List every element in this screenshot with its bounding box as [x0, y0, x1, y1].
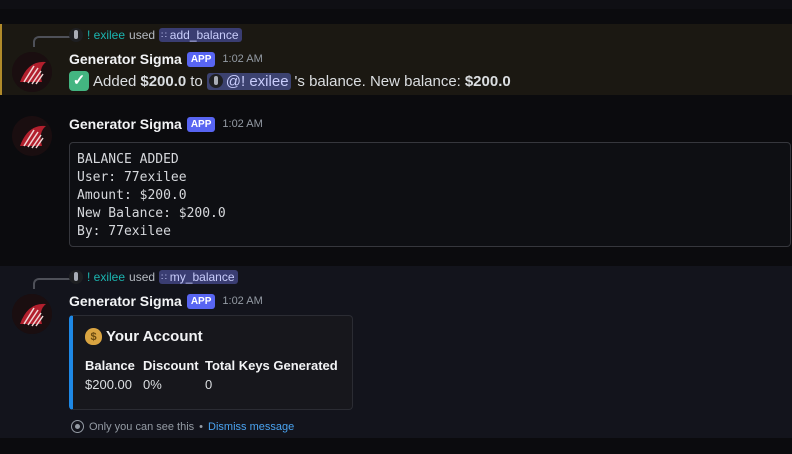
eye-icon: [71, 420, 84, 433]
reply-connector: [33, 36, 71, 47]
added-amount: $200.0: [140, 72, 187, 90]
money-bag-icon: $: [85, 328, 102, 345]
command-name: add_balance: [169, 28, 239, 42]
field-value: 0: [205, 377, 213, 392]
command-reply-line[interactable]: ! exilee used ∷ my_balance: [69, 270, 238, 284]
highlight-bar: [0, 24, 2, 95]
app-badge: APP: [186, 116, 216, 132]
new-balance: $200.0: [464, 72, 511, 90]
mention-avatar: [208, 74, 223, 88]
message-header: Generator Sigma APP 1:02 AM: [69, 293, 263, 309]
ephemeral-notice: Only you can see this • Dismiss message: [71, 420, 294, 433]
content-suffix: 's balance. New balance:: [294, 72, 461, 90]
timestamp[interactable]: 1:02 AM: [222, 53, 262, 65]
bot-avatar[interactable]: [12, 294, 52, 334]
code-line: By: 77exilee: [77, 224, 171, 239]
slash-command-chip[interactable]: ∷ my_balance: [159, 270, 238, 284]
user-mention[interactable]: @! exilee: [206, 72, 291, 90]
command-reply-line[interactable]: ! exilee used ∷ add_balance: [69, 28, 242, 42]
separator: •: [199, 420, 204, 433]
slash-command-icon: ∷: [161, 29, 167, 40]
timestamp[interactable]: 1:02 AM: [222, 118, 262, 130]
check-mark-icon: ✓: [69, 71, 89, 91]
message-header: Generator Sigma APP 1:02 AM: [69, 51, 263, 67]
bot-name[interactable]: Generator Sigma: [69, 293, 182, 309]
slash-command-chip[interactable]: ∷ add_balance: [159, 28, 242, 42]
field-name: Total Keys Generated: [205, 358, 338, 373]
embed-title-text: Your Account: [106, 328, 203, 345]
user-mini-avatar: [69, 28, 83, 42]
message-header: Generator Sigma APP 1:02 AM: [69, 116, 263, 132]
embed-field-balance: Balance $200.00: [85, 358, 135, 392]
code-line: Amount: $200.0: [77, 188, 187, 203]
code-line: BALANCE ADDED: [77, 152, 179, 167]
field-value: $200.00: [85, 377, 132, 392]
ephemeral-note: Only you can see this: [89, 420, 195, 433]
timestamp[interactable]: 1:02 AM: [222, 295, 262, 307]
field-name: Discount: [143, 358, 199, 373]
dismiss-message-link[interactable]: Dismiss message: [208, 421, 294, 433]
mention-text: @! exilee: [225, 72, 289, 90]
embed-field-discount: Discount 0%: [143, 358, 199, 392]
embed-field-total-keys: Total Keys Generated 0: [205, 358, 338, 392]
command-name: my_balance: [169, 270, 235, 284]
bot-avatar[interactable]: [12, 116, 52, 156]
bot-name[interactable]: Generator Sigma: [69, 51, 182, 67]
reply-username[interactable]: ! exilee: [87, 28, 125, 42]
slash-command-icon: ∷: [161, 271, 167, 282]
reply-used-text: used: [129, 28, 156, 42]
code-block: BALANCE ADDED User: 77exilee Amount: $20…: [69, 142, 791, 247]
code-line: User: 77exilee: [77, 170, 187, 185]
content-to: to: [190, 72, 203, 90]
content-prefix: Added: [93, 72, 137, 90]
field-value: 0%: [143, 377, 162, 392]
field-name: Balance: [85, 358, 135, 373]
bot-avatar[interactable]: [12, 52, 52, 92]
bot-name[interactable]: Generator Sigma: [69, 116, 182, 132]
app-badge: APP: [186, 51, 216, 67]
previous-message-cutoff: [0, 0, 792, 9]
reply-used-text: used: [129, 270, 156, 284]
user-mini-avatar: [69, 270, 83, 284]
reply-username[interactable]: ! exilee: [87, 270, 125, 284]
message-content: ✓ Added $200.0 to @! exilee 's balance. …: [69, 71, 511, 91]
account-embed: $ Your Account Balance $200.00 Discount …: [69, 315, 353, 410]
embed-title: $ Your Account: [85, 328, 203, 345]
code-line: New Balance: $200.0: [77, 206, 226, 221]
app-badge: APP: [186, 293, 216, 309]
reply-connector: [33, 278, 71, 289]
chat-bottom: [0, 438, 792, 454]
